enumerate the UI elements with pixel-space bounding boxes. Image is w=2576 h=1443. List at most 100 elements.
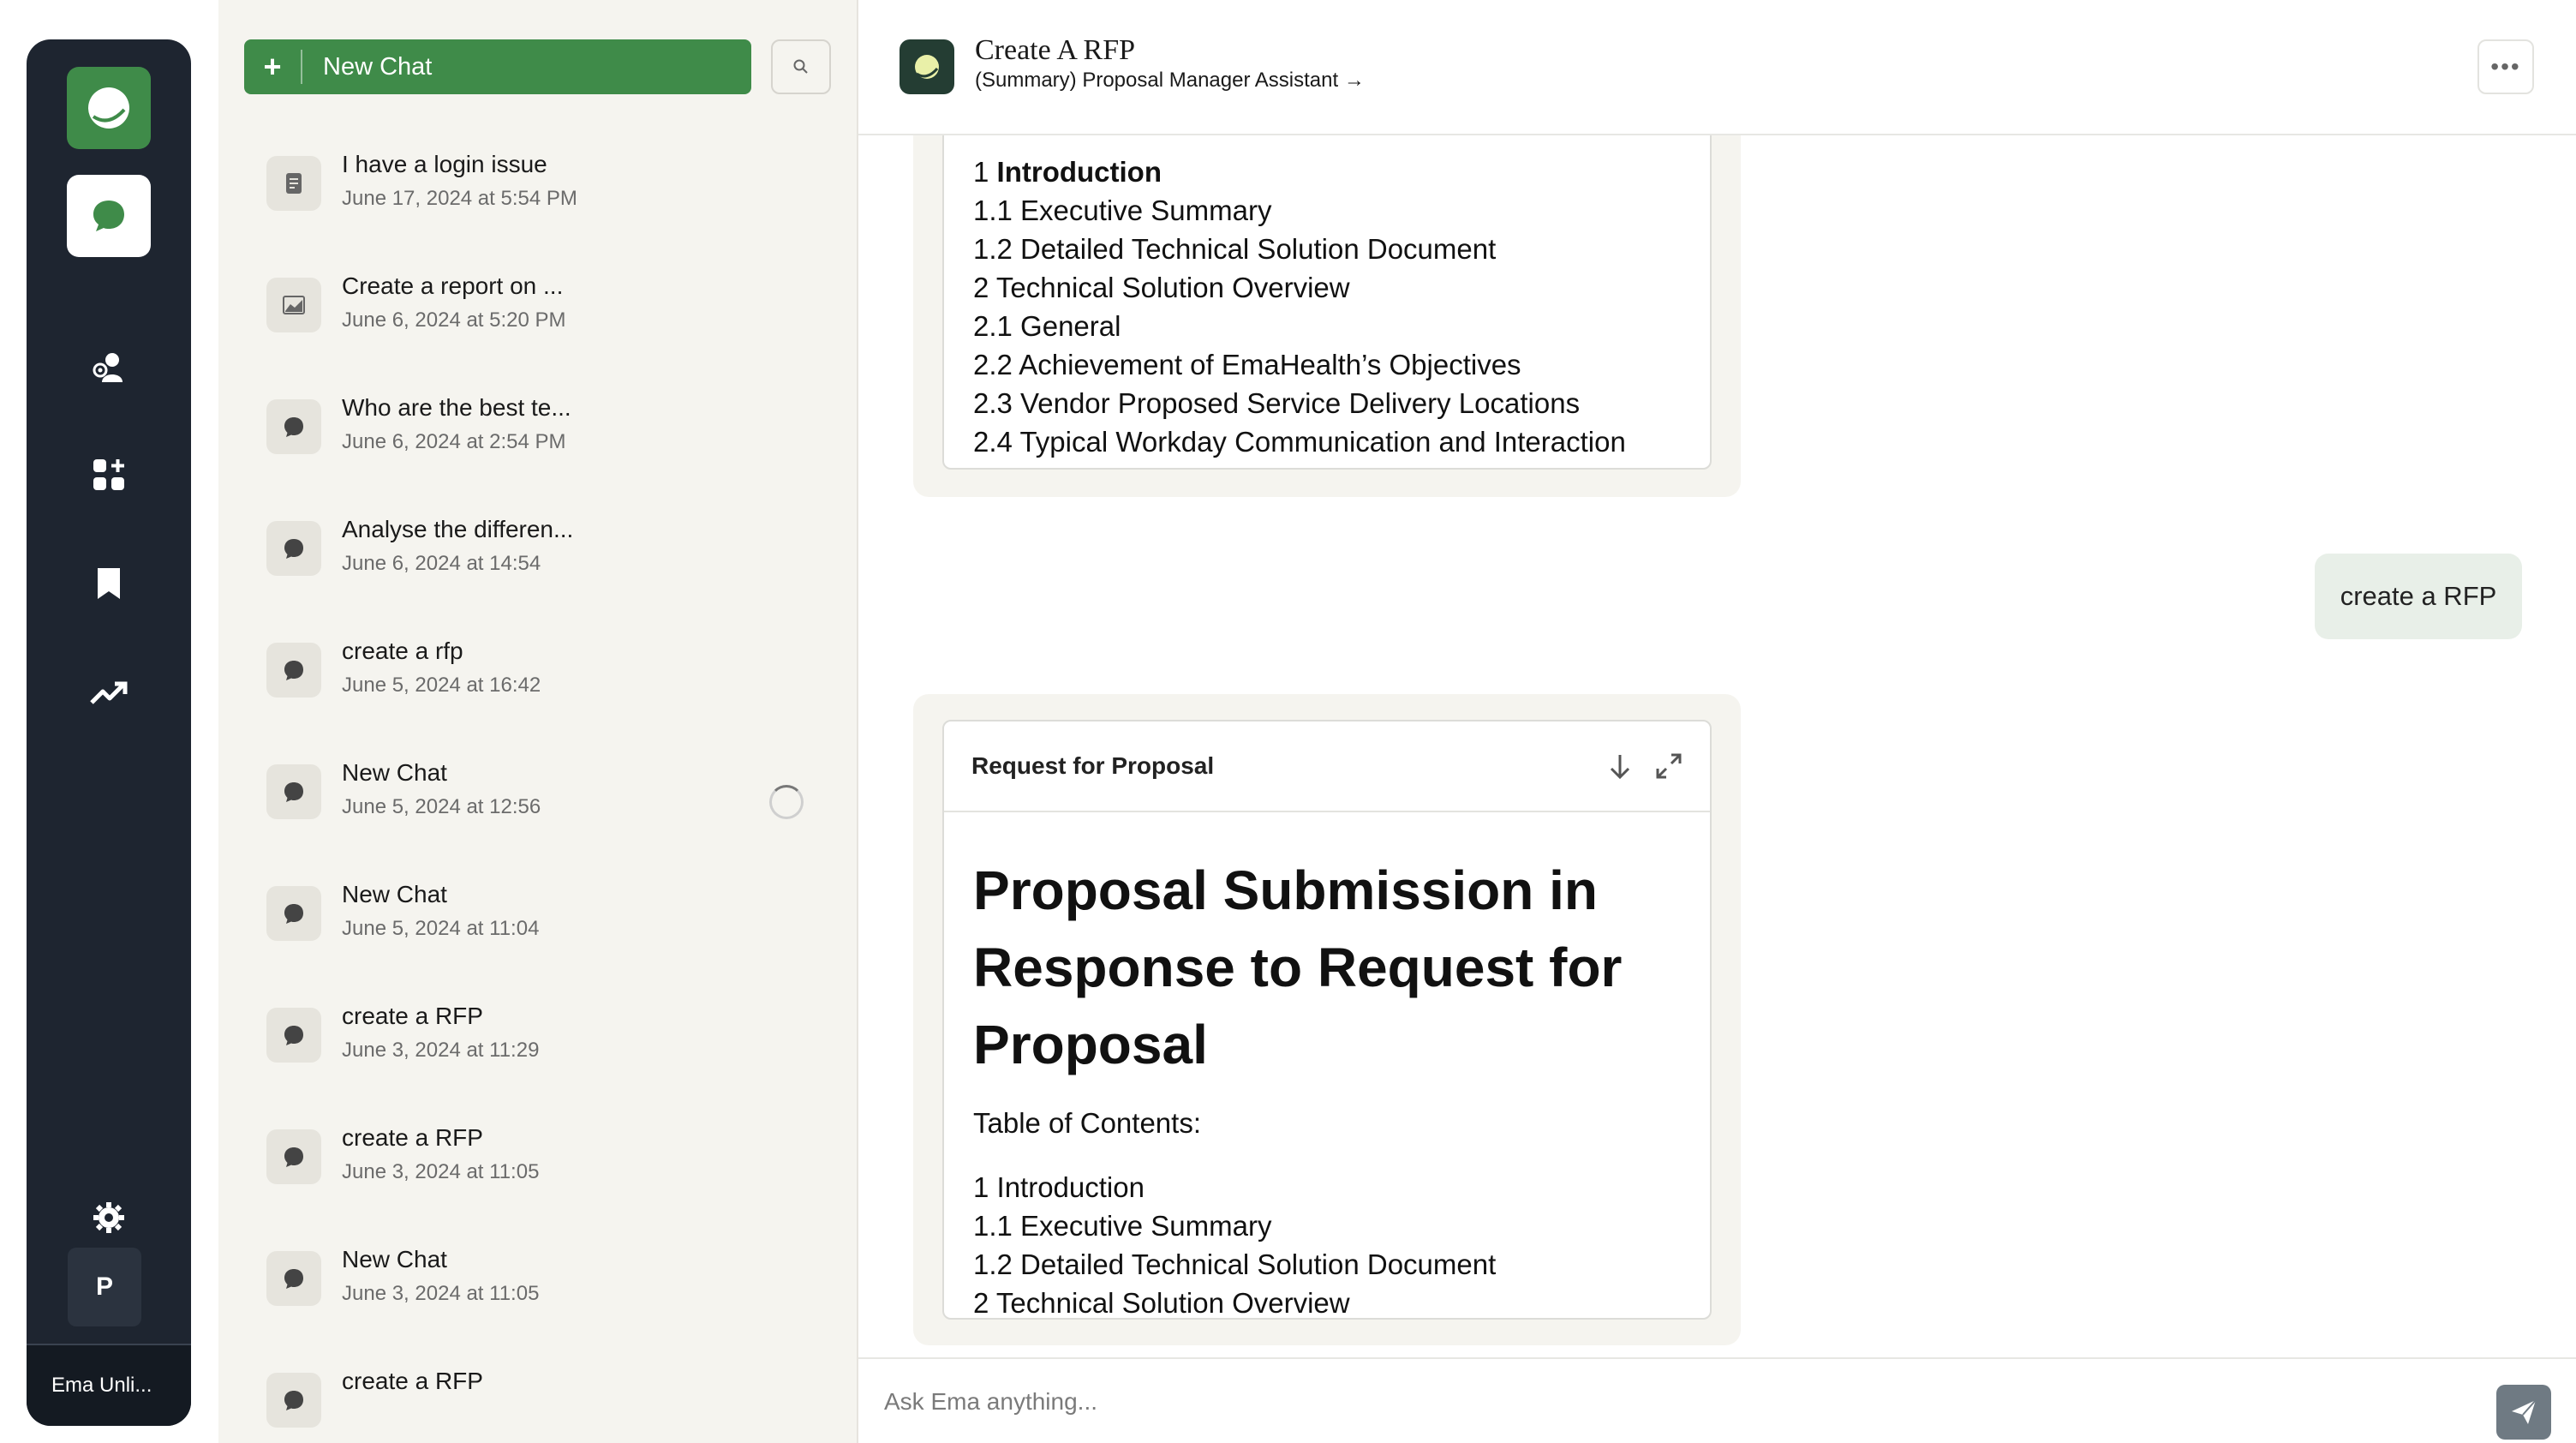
chat-date: June 6, 2024 at 5:20 PM <box>342 308 566 332</box>
send-button[interactable] <box>2496 1385 2551 1440</box>
new-chat-label: New Chat <box>323 52 433 81</box>
apps-grid-icon[interactable] <box>67 445 151 505</box>
chart-icon <box>266 278 321 332</box>
chat-title: Create a report on ... <box>342 272 564 299</box>
toc-line: 1.1 Executive Summary <box>973 195 1272 226</box>
chat-title: Analyse the differen... <box>342 516 574 542</box>
message-input[interactable] <box>884 1378 2469 1426</box>
ellipsis-icon: ••• <box>2490 53 2521 80</box>
settings-gear-icon[interactable] <box>67 1188 151 1248</box>
toc-line: 1 Introduction <box>973 156 1162 188</box>
toc-line: 2.1 General <box>973 310 1121 342</box>
chat-date: June 6, 2024 at 14:54 <box>342 552 541 575</box>
toc-line: 2.3 Vendor Proposed Service Delivery Loc… <box>973 387 1581 419</box>
assistant-message-card-rfp: Request for Proposal Proposal Submission… <box>913 694 1741 1345</box>
chat-bubble-icon <box>266 521 321 576</box>
chat-history-panel: + New Chat I have a login issue June 17, … <box>218 0 858 1443</box>
chat-title: create a RFP <box>342 1368 483 1394</box>
plus-icon: + <box>244 50 302 84</box>
expand-icon[interactable] <box>1655 752 1682 787</box>
toc-line: 1.1 Executive Summary <box>973 1210 1272 1242</box>
toc-line: 2 Technical Solution Overview <box>973 1287 1350 1319</box>
toc-line: 1.2 Detailed Technical Solution Document <box>973 233 1497 265</box>
analytics-trend-icon[interactable] <box>67 663 151 723</box>
chat-bubble-icon <box>266 1008 321 1063</box>
chat-date: June 3, 2024 at 11:29 <box>342 1039 540 1062</box>
loading-spinner-icon <box>769 785 804 819</box>
chat-list-item[interactable]: Create a report on ... June 6, 2024 at 5:… <box>266 264 815 350</box>
chat-bubble-icon <box>266 1129 321 1184</box>
new-chat-button[interactable]: + New Chat <box>244 39 751 94</box>
chat-date: June 5, 2024 at 12:56 <box>342 795 541 818</box>
chat-bubble-icon <box>266 764 321 819</box>
chat-list-item[interactable]: create a rfp June 5, 2024 at 16:42 <box>266 629 815 715</box>
chat-list-item[interactable]: Who are the best te... June 6, 2024 at 2:… <box>266 386 815 471</box>
more-options-button[interactable]: ••• <box>2477 39 2534 94</box>
chat-date: June 3, 2024 at 11:05 <box>342 1160 540 1183</box>
chat-bubble-icon <box>266 1373 321 1428</box>
assistant-link[interactable]: (Summary) Proposal Manager Assistant → <box>975 69 1365 93</box>
chat-list-item[interactable]: I have a login issue June 17, 2024 at 5:5… <box>266 142 815 228</box>
user-message-bubble: create a RFP <box>2315 554 2522 639</box>
document-preview[interactable]: Tabl:1 Introduction1.1 Executive Summary… <box>942 135 1712 470</box>
document-preview-rfp[interactable]: Request for Proposal Proposal Submission… <box>942 720 1712 1320</box>
chat-list-item[interactable]: Analyse the differen... June 6, 2024 at 1… <box>266 507 815 593</box>
chat-list-item[interactable]: create a RFP <box>266 1359 815 1443</box>
toc-line: 2 Technical Solution Overview <box>973 272 1350 303</box>
download-icon[interactable] <box>1607 752 1633 787</box>
toc-line: 2.2 Achievement of EmaHealth’s Objective… <box>973 349 1521 380</box>
composer <box>858 1357 2576 1443</box>
left-rail: P Ema Unli... <box>27 39 191 1426</box>
chat-list-item[interactable]: New Chat June 5, 2024 at 12:56 <box>266 751 815 836</box>
chat-list-item[interactable]: create a RFP June 3, 2024 at 11:29 <box>266 994 815 1080</box>
toc-line: 2.4 Typical Workday Communication and In… <box>973 426 1626 458</box>
ai-employees-icon[interactable] <box>67 337 151 397</box>
document-icon <box>266 156 321 211</box>
chat-title: I have a login issue <box>342 151 547 177</box>
chat-title: create a RFP <box>342 1124 483 1151</box>
chat-bubble-icon <box>266 1251 321 1306</box>
workspace-switcher[interactable]: Ema Unli... <box>27 1344 191 1426</box>
ema-logo-icon[interactable] <box>67 67 151 149</box>
chat-bubble-icon <box>266 643 321 698</box>
toc-label: Table of Contents: <box>973 1107 1201 1139</box>
chat-header: Create A RFP (Summary) Proposal Manager … <box>858 0 2576 135</box>
toc-line <box>973 135 1681 153</box>
chat-date: June 17, 2024 at 5:54 PM <box>342 187 577 210</box>
chat-bubble-icon <box>266 886 321 941</box>
chat-date: June 3, 2024 at 11:05 <box>342 1282 540 1305</box>
chat-title: create a RFP <box>342 1003 483 1029</box>
bookmark-icon[interactable] <box>67 554 151 614</box>
document-actions <box>1607 752 1682 787</box>
chat-main: Create A RFP (Summary) Proposal Manager … <box>858 0 2576 1443</box>
document-header: Request for Proposal <box>944 722 1710 812</box>
chat-bubble-icon <box>266 399 321 454</box>
chat-title: New Chat <box>342 759 447 786</box>
chat-list-item[interactable]: New Chat June 5, 2024 at 11:04 <box>266 872 815 958</box>
chat-title: New Chat <box>342 1246 447 1272</box>
chat-title: New Chat <box>342 881 447 907</box>
toc-line: 1 Introduction <box>973 1171 1145 1203</box>
assistant-message-card: Tabl:1 Introduction1.1 Executive Summary… <box>913 135 1741 497</box>
user-avatar[interactable]: P <box>68 1248 141 1326</box>
chat-title: Create A RFP <box>975 34 1136 66</box>
search-icon <box>793 59 808 74</box>
chat-title: create a rfp <box>342 638 463 664</box>
document-header-title: Request for Proposal <box>971 752 1215 779</box>
document-title: Proposal Submission in Response to Reque… <box>973 859 1623 1075</box>
chat-title: Who are the best te... <box>342 394 571 421</box>
send-icon <box>2512 1399 2537 1424</box>
chat-date: June 5, 2024 at 11:04 <box>342 917 540 940</box>
chats-nav-icon[interactable] <box>67 175 151 257</box>
chat-date: June 6, 2024 at 2:54 PM <box>342 430 566 453</box>
assistant-avatar-icon <box>900 39 954 94</box>
messages-area[interactable]: Tabl:1 Introduction1.1 Executive Summary… <box>858 135 2576 1357</box>
chat-list-item[interactable]: create a RFP June 3, 2024 at 11:05 <box>266 1116 815 1201</box>
search-button[interactable] <box>771 39 831 94</box>
toc-line-bold: Introduction <box>996 156 1162 188</box>
document-content: Tabl:1 Introduction1.1 Executive Summary… <box>944 135 1710 461</box>
document-content-rfp: Proposal Submission in Response to Reque… <box>944 852 1710 1319</box>
toc-line: 1.2 Detailed Technical Solution Document <box>973 1248 1497 1280</box>
chat-list-item[interactable]: New Chat June 3, 2024 at 11:05 <box>266 1237 815 1323</box>
toc-list: 1 Introduction 1.1 Executive Summary 1.2 D… <box>973 1168 1681 1319</box>
